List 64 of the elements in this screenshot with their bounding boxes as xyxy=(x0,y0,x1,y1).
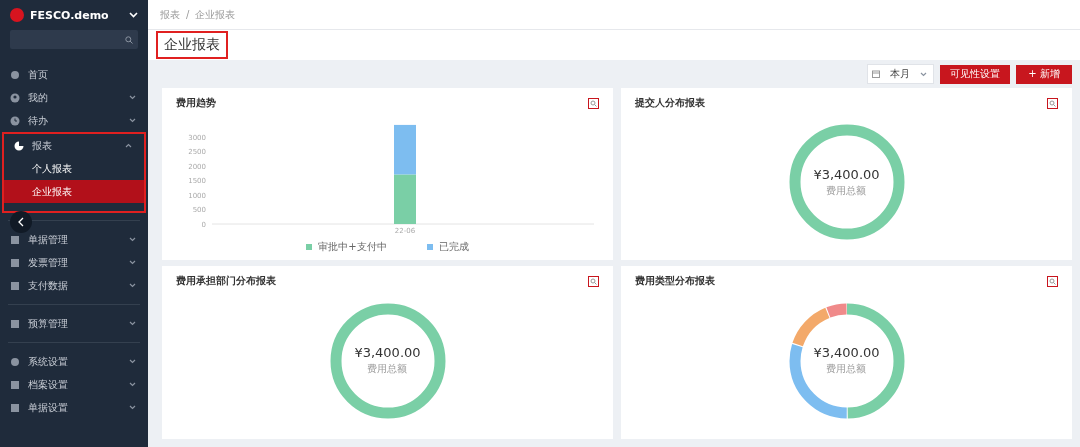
menu-item[interactable]: 单据设置 xyxy=(0,396,148,419)
chevron-icon xyxy=(129,405,136,410)
document-icon xyxy=(10,234,20,245)
calendar-icon xyxy=(872,70,880,78)
menu-item[interactable]: 报表 xyxy=(4,134,144,157)
menu-item[interactable]: 支付数据 xyxy=(0,274,148,297)
chart-view-button[interactable] xyxy=(588,275,599,287)
menu-item[interactable]: 我的 xyxy=(0,86,148,109)
chevron-icon xyxy=(129,118,136,123)
amount-caption: 费用总额 xyxy=(826,183,867,198)
toolbar-button[interactable]: 可见性设置 xyxy=(940,64,1010,84)
card-title: 费用承担部门分布报表 xyxy=(176,274,276,288)
user-icon xyxy=(10,92,20,103)
chevron-icon xyxy=(129,359,136,364)
search-field[interactable] xyxy=(10,30,138,49)
submenu-item[interactable]: 个人报表 xyxy=(4,157,144,180)
brand-name: FESCO.demo xyxy=(30,8,110,22)
document-icon xyxy=(10,402,20,413)
chart-view-button[interactable] xyxy=(588,97,599,109)
period-select[interactable]: 本月 xyxy=(867,64,934,84)
document-icon xyxy=(10,280,20,291)
card-title: 费用趋势 xyxy=(176,96,216,110)
menu-item[interactable]: 预算管理 xyxy=(0,312,148,335)
document-icon xyxy=(10,318,20,329)
legend-item: 审批中+支付中 xyxy=(306,240,387,254)
chevron-icon xyxy=(129,283,136,288)
chevron-icon xyxy=(920,71,927,77)
legend-item: 已完成 xyxy=(426,240,469,254)
toolbar-button[interactable]: + 新增 xyxy=(1016,64,1072,84)
chevron-left-icon xyxy=(18,217,24,227)
clock-icon xyxy=(10,115,20,126)
breadcrumb-separator: / xyxy=(186,9,190,20)
chevron-icon xyxy=(129,260,136,265)
total-amount: ¥3,400.00 xyxy=(813,345,880,360)
bar-segment xyxy=(393,124,416,175)
document-icon xyxy=(10,257,20,268)
chart-view-button[interactable] xyxy=(1047,275,1058,287)
chart-view-button[interactable] xyxy=(1047,97,1058,109)
amount-caption: 费用总额 xyxy=(367,362,408,376)
menu-item[interactable]: 发票管理 xyxy=(0,251,148,274)
menu-item[interactable]: 待办 xyxy=(0,109,148,132)
collapse-button[interactable] xyxy=(10,211,32,233)
total-amount: ¥3,400.00 xyxy=(354,345,421,360)
chevron-icon xyxy=(129,237,136,242)
amount-caption: 费用总额 xyxy=(826,362,867,376)
total-amount: ¥3,400.00 xyxy=(813,166,880,182)
menu-item[interactable]: 首页 xyxy=(0,63,148,86)
chevron-icon xyxy=(129,95,136,100)
chevron-icon xyxy=(125,143,132,148)
search-icon xyxy=(125,35,133,44)
pie-icon xyxy=(14,140,24,151)
chevron-icon[interactable] xyxy=(129,12,138,18)
card-title: 费用类型分布报表 xyxy=(635,274,715,288)
logo-icon xyxy=(10,8,24,22)
card-title: 提交人分布报表 xyxy=(635,96,705,110)
menu-item[interactable]: 系统设置 xyxy=(0,350,148,373)
chevron-icon xyxy=(129,321,136,326)
submenu-item[interactable]: 企业报表 xyxy=(4,180,144,203)
menu-item[interactable]: 单据管理 xyxy=(0,228,148,251)
menu-item[interactable]: 档案设置 xyxy=(0,373,148,396)
chevron-icon xyxy=(129,382,136,387)
document-icon xyxy=(10,379,20,390)
page-title: 企业报表 xyxy=(156,31,228,59)
bar-segment xyxy=(393,174,416,224)
